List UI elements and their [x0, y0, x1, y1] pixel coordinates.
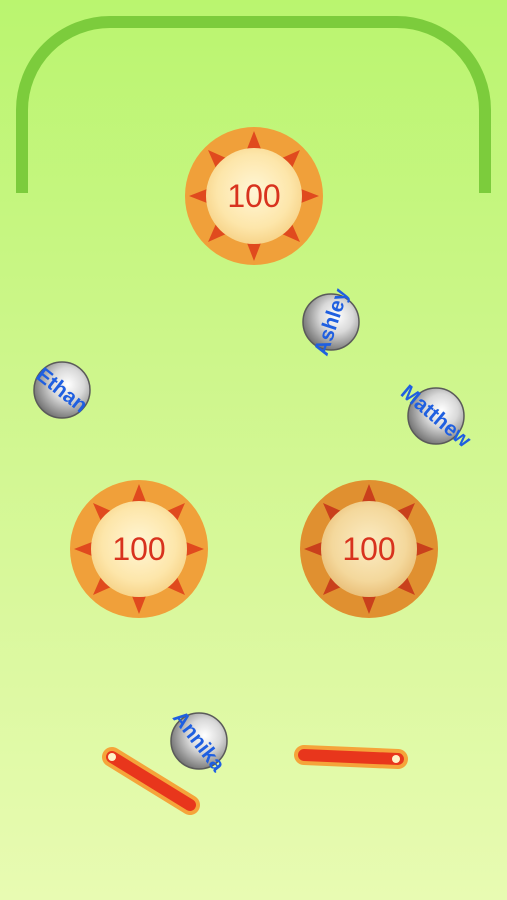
bumper-left[interactable]: 100 [70, 480, 208, 618]
pinball-board: 100 100 100 Ashley Ethan Matthew Annika [0, 0, 507, 900]
ball-ethan[interactable]: Ethan [32, 361, 92, 419]
bumper-right[interactable]: 100 [300, 480, 438, 618]
bumper-score: 100 [112, 531, 165, 567]
ball-ashley[interactable]: Ashley [302, 286, 360, 359]
ball-matthew[interactable]: Matthew [396, 381, 476, 453]
right-flipper[interactable] [294, 745, 408, 769]
ball-annika[interactable]: Annika [168, 707, 229, 777]
bumper-top[interactable]: 100 [185, 127, 323, 265]
bumper-score: 100 [227, 178, 280, 214]
bumper-score: 100 [342, 531, 395, 567]
left-flipper[interactable] [102, 747, 200, 815]
playfield: 100 100 100 Ashley Ethan Matthew Annika [16, 16, 491, 815]
